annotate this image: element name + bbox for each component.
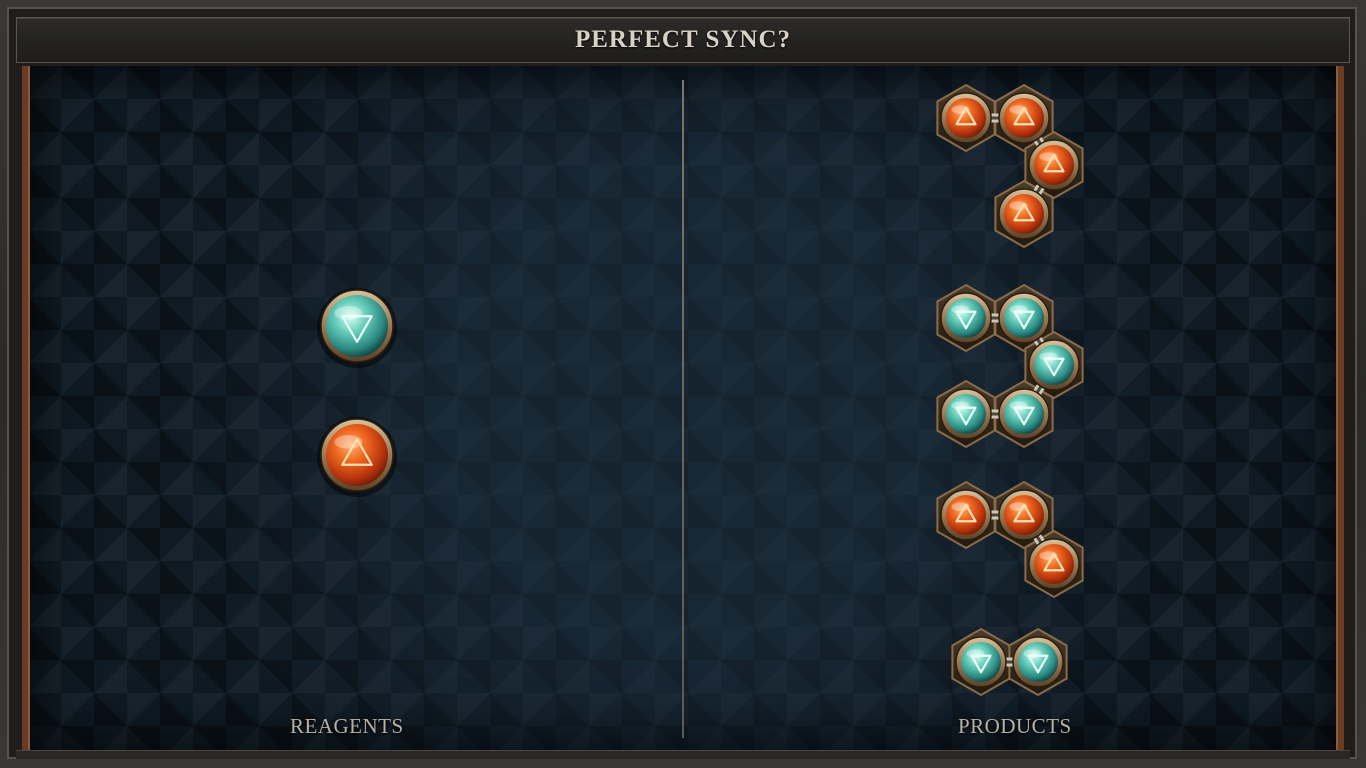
reagents-label: REAGENTS bbox=[290, 714, 404, 738]
pieces-layer bbox=[317, 83, 1084, 697]
product-fire-chain-4[interactable] bbox=[936, 83, 1084, 249]
product-water-chain-5[interactable] bbox=[936, 283, 1084, 449]
products-label: PRODUCTS bbox=[958, 714, 1072, 738]
reagent-water[interactable] bbox=[317, 288, 397, 368]
reagent-fire[interactable] bbox=[317, 417, 397, 497]
product-fire-chain-3[interactable] bbox=[936, 480, 1084, 599]
bottom-bar bbox=[16, 750, 1350, 759]
product-water-pair[interactable] bbox=[951, 627, 1068, 697]
